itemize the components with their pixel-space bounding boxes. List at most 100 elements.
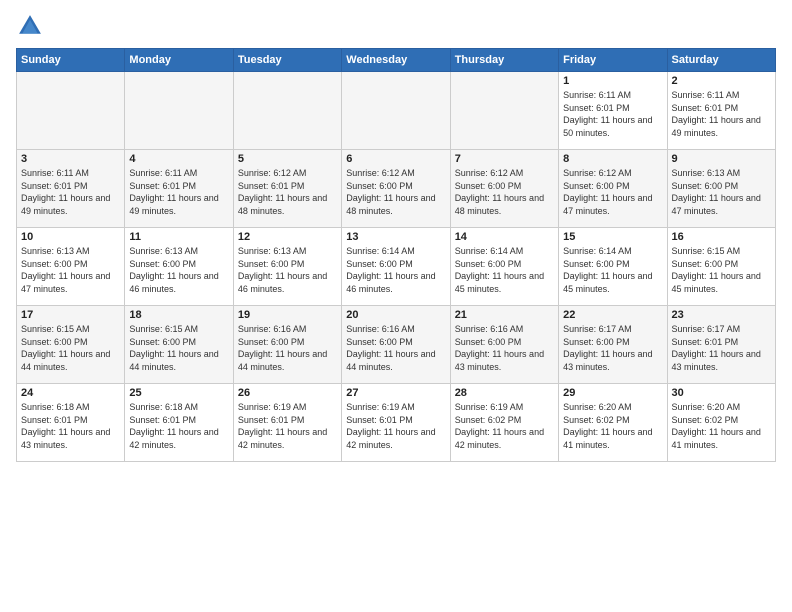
calendar-cell: 2 Sunrise: 6:11 AMSunset: 6:01 PMDaylight…: [667, 72, 775, 150]
day-number: 9: [672, 153, 771, 165]
day-number: 26: [238, 387, 337, 399]
day-info: Sunrise: 6:14 AMSunset: 6:00 PMDaylight:…: [346, 245, 445, 295]
calendar-cell: 6 Sunrise: 6:12 AMSunset: 6:00 PMDaylight…: [342, 150, 450, 228]
day-info: Sunrise: 6:15 AMSunset: 6:00 PMDaylight:…: [672, 245, 771, 295]
day-number: 10: [21, 231, 120, 243]
calendar-cell: 14 Sunrise: 6:14 AMSunset: 6:00 PMDayligh…: [450, 228, 558, 306]
day-number: 14: [455, 231, 554, 243]
calendar-cell: 7 Sunrise: 6:12 AMSunset: 6:00 PMDaylight…: [450, 150, 558, 228]
calendar-cell: [342, 72, 450, 150]
day-info: Sunrise: 6:20 AMSunset: 6:02 PMDaylight:…: [563, 401, 662, 451]
day-number: 15: [563, 231, 662, 243]
weekday-header-friday: Friday: [559, 49, 667, 72]
day-number: 17: [21, 309, 120, 321]
calendar-cell: 1 Sunrise: 6:11 AMSunset: 6:01 PMDaylight…: [559, 72, 667, 150]
day-info: Sunrise: 6:11 AMSunset: 6:01 PMDaylight:…: [129, 167, 228, 217]
day-number: 22: [563, 309, 662, 321]
day-number: 5: [238, 153, 337, 165]
day-info: Sunrise: 6:20 AMSunset: 6:02 PMDaylight:…: [672, 401, 771, 451]
day-info: Sunrise: 6:14 AMSunset: 6:00 PMDaylight:…: [563, 245, 662, 295]
day-info: Sunrise: 6:13 AMSunset: 6:00 PMDaylight:…: [672, 167, 771, 217]
day-number: 19: [238, 309, 337, 321]
day-number: 29: [563, 387, 662, 399]
calendar-cell: 28 Sunrise: 6:19 AMSunset: 6:02 PMDayligh…: [450, 384, 558, 462]
day-number: 18: [129, 309, 228, 321]
calendar-cell: 12 Sunrise: 6:13 AMSunset: 6:00 PMDayligh…: [233, 228, 341, 306]
calendar-cell: [450, 72, 558, 150]
day-info: Sunrise: 6:12 AMSunset: 6:00 PMDaylight:…: [346, 167, 445, 217]
day-number: 12: [238, 231, 337, 243]
day-number: 13: [346, 231, 445, 243]
day-info: Sunrise: 6:16 AMSunset: 6:00 PMDaylight:…: [346, 323, 445, 373]
day-info: Sunrise: 6:11 AMSunset: 6:01 PMDaylight:…: [672, 89, 771, 139]
day-info: Sunrise: 6:17 AMSunset: 6:00 PMDaylight:…: [563, 323, 662, 373]
day-number: 16: [672, 231, 771, 243]
calendar-cell: 19 Sunrise: 6:16 AMSunset: 6:00 PMDayligh…: [233, 306, 341, 384]
calendar-cell: 3Sunrise: 6:11 AMSunset: 6:01 PMDaylight…: [17, 150, 125, 228]
day-number: 11: [129, 231, 228, 243]
day-info: Sunrise: 6:12 AMSunset: 6:01 PMDaylight:…: [238, 167, 337, 217]
day-number: 6: [346, 153, 445, 165]
calendar-cell: 18Sunrise: 6:15 AMSunset: 6:00 PMDayligh…: [125, 306, 233, 384]
calendar-cell: 21 Sunrise: 6:16 AMSunset: 6:00 PMDayligh…: [450, 306, 558, 384]
logo-icon: [16, 12, 44, 40]
calendar-cell: 4 Sunrise: 6:11 AMSunset: 6:01 PMDaylight…: [125, 150, 233, 228]
day-number: 21: [455, 309, 554, 321]
day-info: Sunrise: 6:18 AMSunset: 6:01 PMDaylight:…: [21, 401, 120, 451]
day-info: Sunrise: 6:16 AMSunset: 6:00 PMDaylight:…: [238, 323, 337, 373]
day-info: Sunrise: 6:12 AMSunset: 6:00 PMDaylight:…: [455, 167, 554, 217]
day-info: Sunrise: 6:18 AMSunset: 6:01 PMDaylight:…: [129, 401, 228, 451]
calendar-cell: 13 Sunrise: 6:14 AMSunset: 6:00 PMDayligh…: [342, 228, 450, 306]
weekday-header-wednesday: Wednesday: [342, 49, 450, 72]
week-row-2: 3 Sunrise: 6:11 AMSunset: 6:01 PMDaylight…: [17, 150, 776, 228]
calendar-cell: 24 Sunrise: 6:18 AMSunset: 6:01 PMDayligh…: [17, 384, 125, 462]
weekday-header-row: SundayMondayTuesdayWednesdayThursdayFrid…: [17, 49, 776, 72]
calendar-cell: 30 Sunrise: 6:20 AMSunset: 6:02 PMDayligh…: [667, 384, 775, 462]
day-number: 4: [129, 153, 228, 165]
day-info: Sunrise: 6:19 AMSunset: 6:01 PMDaylight:…: [238, 401, 337, 451]
calendar-cell: 8Sunrise: 6:12 AMSunset: 6:00 PMDaylight…: [559, 150, 667, 228]
day-number: 27: [346, 387, 445, 399]
calendar-cell: 11 Sunrise: 6:13 AMSunset: 6:00 PMDayligh…: [125, 228, 233, 306]
day-number: 7: [455, 153, 554, 165]
header: [16, 12, 776, 40]
day-number: 20: [346, 309, 445, 321]
day-number: 28: [455, 387, 554, 399]
day-info: Sunrise: 6:11 AMSunset: 6:01 PMDaylight:…: [563, 89, 662, 139]
day-info: Sunrise: 6:14 AMSunset: 6:00 PMDaylight:…: [455, 245, 554, 295]
logo: [16, 12, 48, 40]
calendar: SundayMondayTuesdayWednesdayThursdayFrid…: [16, 48, 776, 462]
day-info: Sunrise: 6:16 AMSunset: 6:00 PMDaylight:…: [455, 323, 554, 373]
weekday-header-monday: Monday: [125, 49, 233, 72]
day-number: 2: [672, 75, 771, 87]
calendar-cell: 23Sunrise: 6:17 AMSunset: 6:01 PMDayligh…: [667, 306, 775, 384]
calendar-cell: 26 Sunrise: 6:19 AMSunset: 6:01 PMDayligh…: [233, 384, 341, 462]
day-info: Sunrise: 6:13 AMSunset: 6:00 PMDaylight:…: [238, 245, 337, 295]
calendar-cell: 15 Sunrise: 6:14 AMSunset: 6:00 PMDayligh…: [559, 228, 667, 306]
calendar-cell: 16 Sunrise: 6:15 AMSunset: 6:00 PMDayligh…: [667, 228, 775, 306]
calendar-cell: [125, 72, 233, 150]
week-row-5: 24 Sunrise: 6:18 AMSunset: 6:01 PMDayligh…: [17, 384, 776, 462]
day-info: Sunrise: 6:19 AMSunset: 6:02 PMDaylight:…: [455, 401, 554, 451]
page: SundayMondayTuesdayWednesdayThursdayFrid…: [0, 0, 792, 612]
calendar-cell: 5 Sunrise: 6:12 AMSunset: 6:01 PMDaylight…: [233, 150, 341, 228]
day-number: 30: [672, 387, 771, 399]
day-info: Sunrise: 6:13 AMSunset: 6:00 PMDaylight:…: [129, 245, 228, 295]
day-number: 25: [129, 387, 228, 399]
day-number: 24: [21, 387, 120, 399]
week-row-3: 10 Sunrise: 6:13 AMSunset: 6:00 PMDayligh…: [17, 228, 776, 306]
calendar-cell: 9 Sunrise: 6:13 AMSunset: 6:00 PMDaylight…: [667, 150, 775, 228]
day-info: Sunrise: 6:13 AMSunset: 6:00 PMDaylight:…: [21, 245, 120, 295]
calendar-cell: [17, 72, 125, 150]
day-number: 3: [21, 153, 120, 165]
weekday-header-thursday: Thursday: [450, 49, 558, 72]
weekday-header-tuesday: Tuesday: [233, 49, 341, 72]
calendar-cell: 25 Sunrise: 6:18 AMSunset: 6:01 PMDayligh…: [125, 384, 233, 462]
calendar-cell: [233, 72, 341, 150]
calendar-cell: 10 Sunrise: 6:13 AMSunset: 6:00 PMDayligh…: [17, 228, 125, 306]
day-number: 1: [563, 75, 662, 87]
calendar-cell: 17Sunrise: 6:15 AMSunset: 6:00 PMDayligh…: [17, 306, 125, 384]
calendar-cell: 20 Sunrise: 6:16 AMSunset: 6:00 PMDayligh…: [342, 306, 450, 384]
weekday-header-saturday: Saturday: [667, 49, 775, 72]
day-info: Sunrise: 6:19 AMSunset: 6:01 PMDaylight:…: [346, 401, 445, 451]
